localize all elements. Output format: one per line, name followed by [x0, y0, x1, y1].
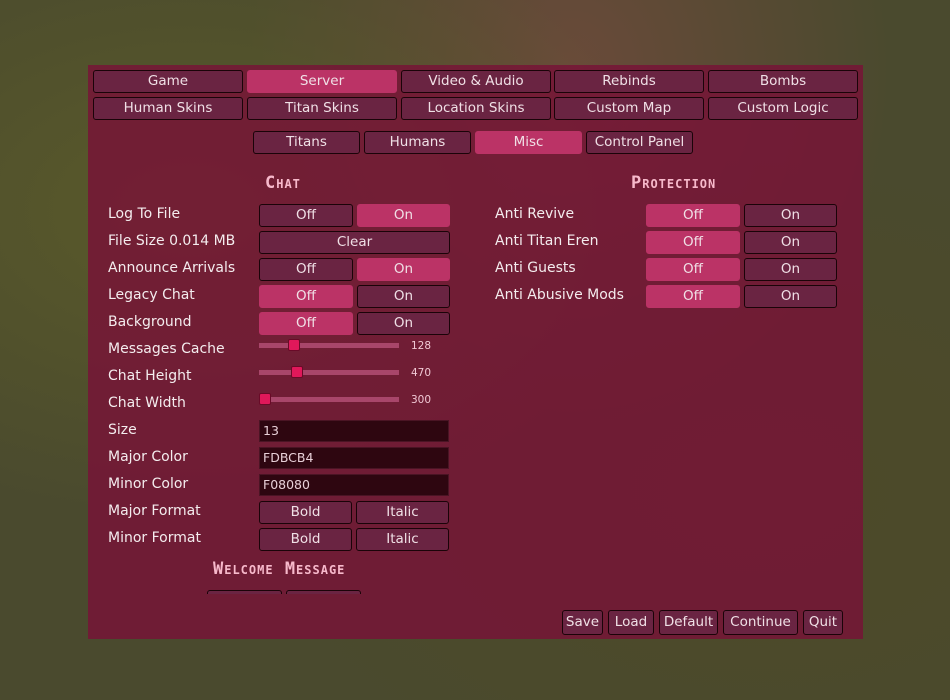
continue-button[interactable]: Continue: [723, 610, 798, 635]
tab-game[interactable]: Game: [93, 70, 243, 93]
anti-guests-on[interactable]: On: [744, 258, 837, 281]
minor-bold-button[interactable]: Bold: [259, 528, 352, 551]
announce-arrivals-on[interactable]: On: [357, 258, 450, 281]
tab-custom-map[interactable]: Custom Map: [554, 97, 704, 120]
messages-cache-slider[interactable]: [259, 339, 399, 351]
chat-width-slider[interactable]: [259, 393, 399, 405]
log-to-file-on[interactable]: On: [357, 204, 450, 227]
major-color-input[interactable]: FDBCB4: [259, 447, 449, 469]
background-label: Background: [108, 314, 192, 330]
welcome-button-2[interactable]: [286, 590, 361, 594]
chat-title: Chat: [265, 173, 301, 193]
welcome-message-title: Welcome Message: [213, 559, 346, 579]
major-color-label: Major Color: [108, 449, 188, 465]
subtab-misc[interactable]: Misc: [475, 131, 582, 154]
tab-server[interactable]: Server: [247, 70, 397, 93]
protection-title: Protection: [631, 173, 717, 193]
size-input[interactable]: 13: [259, 420, 449, 442]
chat-height-label: Chat Height: [108, 368, 192, 384]
announce-arrivals-off[interactable]: Off: [259, 258, 353, 281]
chat-width-label: Chat Width: [108, 395, 186, 411]
subtab-control-panel[interactable]: Control Panel: [586, 131, 693, 154]
log-to-file-off[interactable]: Off: [259, 204, 353, 227]
scroll-content: Chat Protection Log To File Off On File …: [88, 160, 863, 594]
anti-abusive-mods-off[interactable]: Off: [646, 285, 740, 308]
anti-titan-eren-on[interactable]: On: [744, 231, 837, 254]
file-size-label: File Size 0.014 MB: [108, 233, 236, 249]
minor-color-label: Minor Color: [108, 476, 189, 492]
chat-width-value: 300: [411, 394, 432, 406]
minor-italic-button[interactable]: Italic: [356, 528, 449, 551]
tab-human-skins[interactable]: Human Skins: [93, 97, 243, 120]
major-italic-button[interactable]: Italic: [356, 501, 449, 524]
anti-abusive-mods-label: Anti Abusive Mods: [495, 287, 624, 303]
tab-custom-logic[interactable]: Custom Logic: [708, 97, 858, 120]
anti-abusive-mods-on[interactable]: On: [744, 285, 837, 308]
anti-revive-label: Anti Revive: [495, 206, 575, 222]
tab-titan-skins[interactable]: Titan Skins: [247, 97, 397, 120]
subtab-humans[interactable]: Humans: [364, 131, 471, 154]
chat-height-value: 470: [411, 367, 432, 379]
major-format-label: Major Format: [108, 503, 201, 519]
major-bold-button[interactable]: Bold: [259, 501, 352, 524]
anti-guests-label: Anti Guests: [495, 260, 576, 276]
slider-thumb[interactable]: [288, 339, 300, 351]
clear-button[interactable]: Clear: [259, 231, 450, 254]
legacy-chat-on[interactable]: On: [357, 285, 450, 308]
tab-location-skins[interactable]: Location Skins: [401, 97, 551, 120]
size-label: Size: [108, 422, 137, 438]
minor-format-label: Minor Format: [108, 530, 201, 546]
slider-thumb[interactable]: [290, 366, 303, 378]
subtab-titans[interactable]: Titans: [253, 131, 360, 154]
tab-rebinds[interactable]: Rebinds: [554, 70, 704, 93]
log-to-file-label: Log To File: [108, 206, 181, 222]
anti-titan-eren-off[interactable]: Off: [646, 231, 740, 254]
messages-cache-label: Messages Cache: [108, 341, 225, 357]
tab-video-audio[interactable]: Video & Audio: [401, 70, 551, 93]
background-on[interactable]: On: [357, 312, 450, 335]
tab-bombs[interactable]: Bombs: [708, 70, 858, 93]
slider-thumb[interactable]: [259, 393, 271, 405]
anti-titan-eren-label: Anti Titan Eren: [495, 233, 599, 249]
anti-guests-off[interactable]: Off: [646, 258, 740, 281]
background-off[interactable]: Off: [259, 312, 353, 335]
save-button[interactable]: Save: [562, 610, 603, 635]
legacy-chat-label: Legacy Chat: [108, 287, 195, 303]
anti-revive-off[interactable]: Off: [646, 204, 740, 227]
minor-color-input[interactable]: F08080: [259, 474, 449, 496]
messages-cache-value: 128: [411, 340, 432, 352]
anti-revive-on[interactable]: On: [744, 204, 837, 227]
chat-height-slider[interactable]: [259, 366, 399, 378]
quit-button[interactable]: Quit: [803, 610, 843, 635]
load-button[interactable]: Load: [608, 610, 654, 635]
announce-arrivals-label: Announce Arrivals: [108, 260, 236, 276]
legacy-chat-off[interactable]: Off: [259, 285, 353, 308]
default-button[interactable]: Default: [659, 610, 718, 635]
welcome-button-1[interactable]: [207, 590, 282, 594]
